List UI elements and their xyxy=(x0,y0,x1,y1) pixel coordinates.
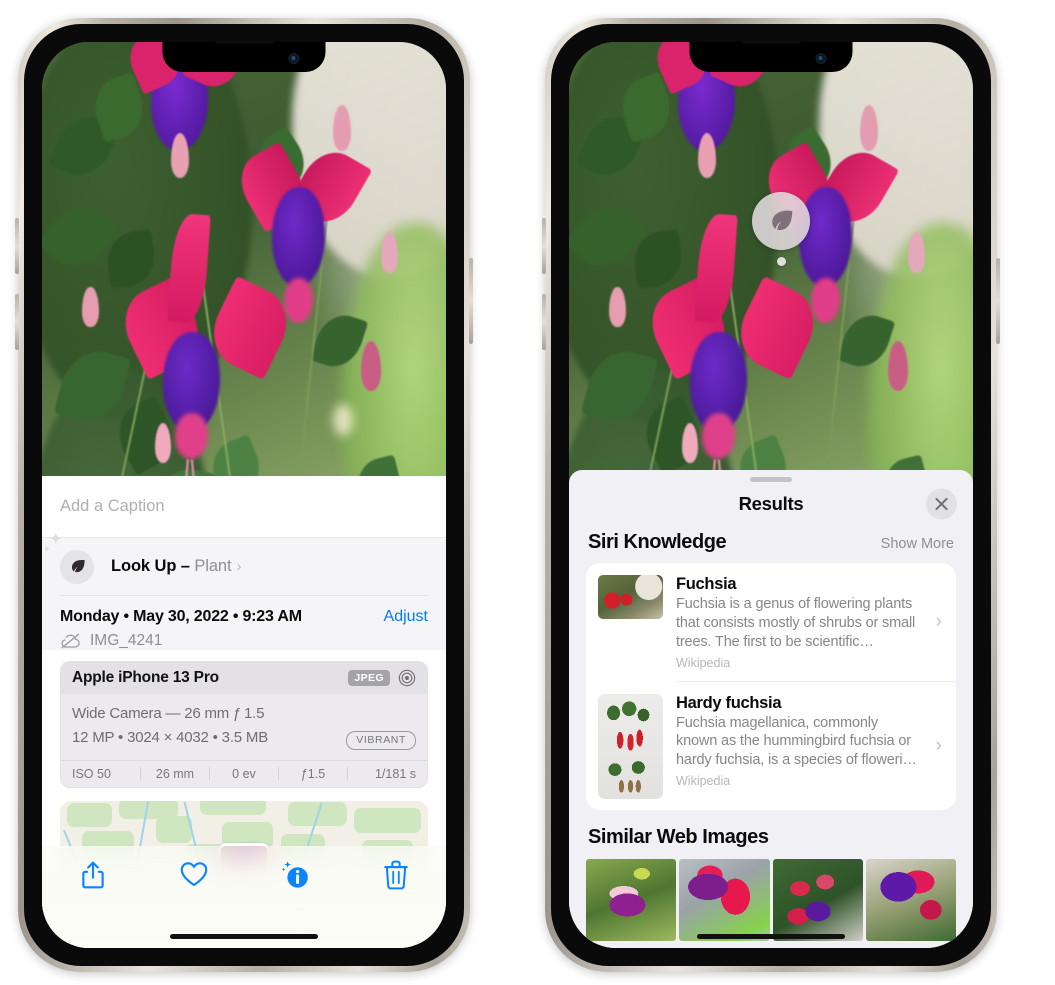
notch xyxy=(162,42,326,72)
left-phone-screen[interactable]: Add a Caption ✦ ✦ Look Up – Plant › Mond… xyxy=(42,42,446,948)
hardy-fuchsia-specimen-thumb xyxy=(598,693,663,799)
power-button-right[interactable] xyxy=(996,258,1000,344)
look-up-label: Look Up – Plant › xyxy=(111,557,241,576)
power-button[interactable] xyxy=(469,258,473,344)
favorite-button[interactable] xyxy=(143,860,244,888)
format-badge: JPEG xyxy=(348,670,390,686)
look-up-section: ✦ ✦ Look Up – Plant › xyxy=(42,532,446,596)
siri-knowledge-header: Siri Knowledge Show More xyxy=(569,526,973,563)
item-description: Fuchsia is a genus of flowering plants t… xyxy=(676,596,916,650)
look-up-subject: Plant xyxy=(194,557,232,575)
web-image-2[interactable] xyxy=(679,858,770,941)
info-button[interactable] xyxy=(244,860,345,890)
photo-filename: IMG_4241 xyxy=(90,632,163,649)
photo-metadata: Monday • May 30, 2022 • 9:23 AM Adjust I… xyxy=(42,596,446,650)
home-indicator[interactable] xyxy=(697,934,845,939)
front-camera-icon xyxy=(288,53,300,64)
show-more-button[interactable]: Show More xyxy=(881,536,954,552)
camera-aperture-icon xyxy=(398,669,416,687)
section-title-similar-web-images: Similar Web Images xyxy=(588,825,769,848)
volume-down-button[interactable] xyxy=(15,294,19,350)
look-up-row[interactable]: ✦ ✦ Look Up – Plant › xyxy=(43,532,428,595)
adjust-button[interactable]: Adjust xyxy=(384,608,428,626)
results-sheet: Results Siri Knowledge Show More Fuchsia… xyxy=(569,470,973,948)
item-description: Fuchsia magellanica, commonly known as t… xyxy=(676,714,917,769)
visual-lookup-badge[interactable] xyxy=(752,192,810,266)
photo-toolbar xyxy=(42,846,446,948)
notch xyxy=(689,42,853,72)
web-image-1[interactable] xyxy=(586,858,677,941)
web-image-4[interactable] xyxy=(865,858,956,941)
camera-device-name: Apple iPhone 13 Pro xyxy=(72,669,219,686)
exif-iso: ISO 50 xyxy=(72,766,111,781)
right-phone-screen[interactable]: Results Siri Knowledge Show More Fuchsia… xyxy=(569,42,973,948)
leaf-icon xyxy=(60,549,94,584)
photo-date: Monday • May 30, 2022 • 9:23 AM xyxy=(60,608,302,625)
volume-up-button-right[interactable] xyxy=(542,218,546,274)
camera-info-card[interactable]: Apple iPhone 13 Pro JPEG Wide Camera — 2… xyxy=(60,661,428,788)
screenshot-root: Add a Caption ✦ ✦ Look Up – Plant › Mond… xyxy=(0,0,1055,985)
icloud-slash-icon xyxy=(60,633,81,649)
caption-input[interactable]: Add a Caption xyxy=(60,497,165,516)
close-icon[interactable] xyxy=(926,488,957,520)
volume-down-button-right[interactable] xyxy=(542,294,546,350)
chevron-right-icon: › xyxy=(935,734,942,756)
results-title: Results xyxy=(738,493,804,514)
fuchsia-red-flowers-thumb xyxy=(598,575,663,619)
chevron-right-icon: › xyxy=(935,610,942,632)
similar-web-images-header: Similar Web Images xyxy=(569,810,973,856)
chevron-right-icon: › xyxy=(236,558,242,575)
left-phone-device: Add a Caption ✦ ✦ Look Up – Plant › Mond… xyxy=(15,18,473,972)
caption-field-row[interactable]: Add a Caption xyxy=(42,476,446,538)
photographic-style-badge: VIBRANT xyxy=(346,730,416,750)
front-camera-icon xyxy=(815,53,827,64)
similar-web-images-strip[interactable] xyxy=(569,858,973,941)
delete-button[interactable] xyxy=(345,860,446,890)
sparkle-icon-large: ✦ xyxy=(49,531,63,548)
exif-shutter: 1/181 s xyxy=(374,766,416,781)
right-phone-device: Results Siri Knowledge Show More Fuchsia… xyxy=(542,18,1000,972)
sparkle-icon-small: ✦ xyxy=(43,544,51,554)
list-item[interactable]: Hardy fuchsia Fuchsia magellanica, commo… xyxy=(586,682,956,810)
exif-ev: 0 ev xyxy=(232,766,256,781)
exif-focal: 26 mm xyxy=(155,766,195,781)
item-source: Wikipedia xyxy=(676,655,731,670)
exif-row: ISO 50 26 mm 0 ev ƒ1.5 1/181 s xyxy=(61,759,427,787)
camera-lens-line: Wide Camera — 26 mm ƒ 1.5 xyxy=(72,705,265,722)
look-up-title: Look Up – xyxy=(111,557,195,575)
web-image-3[interactable] xyxy=(772,858,863,941)
exif-aperture: ƒ1.5 xyxy=(300,766,326,781)
item-title: Fuchsia xyxy=(676,575,737,593)
home-indicator[interactable] xyxy=(170,934,318,939)
share-button[interactable] xyxy=(42,860,143,890)
list-item[interactable]: Fuchsia Fuchsia is a genus of flowering … xyxy=(586,563,956,681)
leaf-icon xyxy=(766,206,796,236)
siri-knowledge-card: Fuchsia Fuchsia is a genus of flowering … xyxy=(586,563,956,810)
item-title: Hardy fuchsia xyxy=(676,693,782,712)
volume-up-button[interactable] xyxy=(15,218,19,274)
item-source: Wikipedia xyxy=(676,774,731,789)
section-title-siri-knowledge: Siri Knowledge xyxy=(588,531,727,553)
